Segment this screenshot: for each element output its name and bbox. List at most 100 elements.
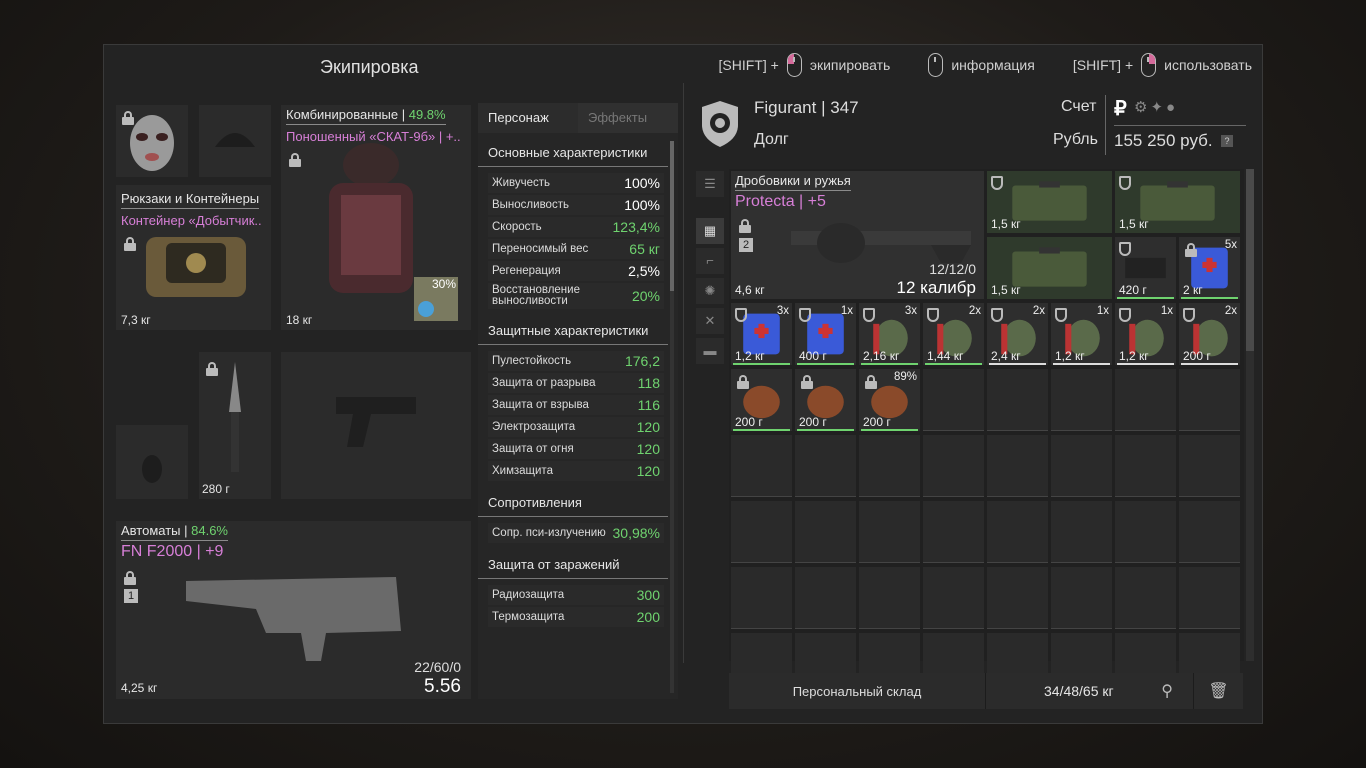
grid-cell[interactable]: [987, 369, 1048, 431]
weight-icon: ⚲: [1161, 683, 1173, 700]
inventory-item[interactable]: 2 кг 5x: [1179, 237, 1240, 299]
grid-cell[interactable]: [923, 369, 984, 431]
weapon-filter-button[interactable]: ⌐: [696, 248, 724, 274]
stat-row: Выносливость 100%: [488, 195, 664, 215]
durability-bar: [861, 429, 918, 431]
item-count: 2x: [1224, 305, 1237, 317]
shield-icon: [1119, 242, 1131, 256]
inventory-item[interactable]: 400 г 1x: [795, 303, 856, 365]
shield-icon: [991, 176, 1003, 190]
grid-cell[interactable]: [731, 435, 792, 497]
inventory-item[interactable]: 2,16 кг 3x: [859, 303, 920, 365]
tools-filter-button[interactable]: ✕: [696, 308, 724, 334]
shield-icon: [1119, 308, 1131, 322]
grid-cell[interactable]: [859, 501, 920, 563]
grid-cell[interactable]: [987, 501, 1048, 563]
list-view-button[interactable]: ☰: [696, 171, 724, 197]
stat-row: Восстановление выносливости 20%: [488, 283, 664, 309]
grid-cell[interactable]: [1051, 369, 1112, 431]
inventory-item[interactable]: 200 г 89%: [859, 369, 920, 431]
inventory-item[interactable]: 1,44 кг 2x: [923, 303, 984, 365]
inventory-item[interactable]: 200 г 2x: [1179, 303, 1240, 365]
grenade-slot[interactable]: [116, 425, 188, 499]
helmet-icon: [215, 133, 255, 147]
stat-value: 2,5%: [628, 263, 660, 279]
stat-value: 120: [636, 419, 660, 435]
grid-cell[interactable]: [1179, 435, 1240, 497]
item-weight: 2,4 кг: [991, 349, 1021, 363]
grid-cell[interactable]: [1179, 369, 1240, 431]
inventory-item[interactable]: 1,5 кг: [987, 171, 1112, 233]
inventory-grid[interactable]: Дробовики и ружья Protecta | +5 2 12/12/…: [729, 169, 1244, 695]
grid-cell[interactable]: [1115, 435, 1176, 497]
knife-slot[interactable]: 280 г: [199, 352, 271, 499]
trash-icon[interactable]: 🗑: [1193, 673, 1243, 709]
featured-weapon-item[interactable]: Дробовики и ружья Protecta | +5 2 12/12/…: [731, 171, 984, 299]
primary-weapon-slot[interactable]: Автоматы | 84.6% FN F2000 | +9 1 4,25 кг…: [116, 521, 471, 699]
artifact-slot[interactable]: 30%: [414, 277, 458, 321]
backpack-slot[interactable]: Рюкзаки и Контейнеры Контейнер «Добытчик…: [116, 185, 271, 330]
helmet-slot[interactable]: [199, 105, 271, 177]
inventory-item[interactable]: 1,2 кг 3x: [731, 303, 792, 365]
inventory-item[interactable]: 200 г: [795, 369, 856, 431]
stat-row: Защита от разрыва 118: [488, 373, 664, 393]
inventory-item[interactable]: 1,2 кг 1x: [1115, 303, 1176, 365]
grid-cell[interactable]: [1115, 501, 1176, 563]
pistol-slot[interactable]: [281, 352, 471, 499]
inventory-scrollbar[interactable]: [1246, 169, 1254, 661]
tab-effects[interactable]: Эффекты: [578, 103, 678, 133]
inventory-item[interactable]: 420 г: [1115, 237, 1176, 299]
player-name: Figurant | 347: [754, 98, 859, 117]
stat-value: 123,4%: [612, 219, 660, 235]
stats-section-title: Сопротивления: [478, 483, 668, 517]
grid-cell[interactable]: [1115, 567, 1176, 629]
inventory-item[interactable]: 2,4 кг 2x: [987, 303, 1048, 365]
stat-label: Регенерация: [492, 265, 561, 277]
armor-slot[interactable]: Комбинированные | 49.8% Поношенный «СКАТ…: [281, 105, 471, 330]
grid-cell[interactable]: [1051, 567, 1112, 629]
grid-cell[interactable]: [1115, 369, 1176, 431]
item-ammo: 12/12/0: [929, 261, 976, 277]
grid-cell[interactable]: [987, 435, 1048, 497]
grid-view-button[interactable]: ▦: [696, 218, 724, 244]
grid-cell[interactable]: [1179, 501, 1240, 563]
inventory-item[interactable]: 200 г: [731, 369, 792, 431]
item-weight: 1,2 кг: [735, 349, 765, 363]
grid-cell[interactable]: [1051, 501, 1112, 563]
stat-row: Защита от взрыва 116: [488, 395, 664, 415]
stat-label: Восстановление выносливости: [492, 284, 580, 307]
artifact-percent: 30%: [431, 277, 456, 291]
grid-cell[interactable]: [987, 567, 1048, 629]
grid-cell[interactable]: [1051, 435, 1112, 497]
artifact-filter-button[interactable]: ✺: [696, 278, 724, 304]
grid-cell[interactable]: [923, 567, 984, 629]
tab-character[interactable]: Персонаж: [478, 103, 578, 133]
help-icon[interactable]: ?: [1221, 135, 1233, 147]
weapon-caliber: 5.56: [424, 676, 461, 697]
stat-value: 116: [637, 397, 660, 413]
inventory-item[interactable]: 1,2 кг 1x: [1051, 303, 1112, 365]
grid-cell[interactable]: [795, 435, 856, 497]
shield-icon: [927, 308, 939, 322]
mask-slot[interactable]: [116, 105, 188, 177]
durability-bar: [1117, 297, 1174, 299]
grid-cell[interactable]: [923, 501, 984, 563]
grid-cell[interactable]: [1179, 567, 1240, 629]
grid-cell[interactable]: [923, 435, 984, 497]
grid-cell[interactable]: [859, 567, 920, 629]
item-weight: 1,2 кг: [1055, 349, 1085, 363]
stat-row: Регенерация 2,5%: [488, 261, 664, 281]
hint-action: информация: [951, 57, 1035, 73]
grid-cell[interactable]: [795, 567, 856, 629]
misc-filter-button[interactable]: ▬: [696, 338, 724, 364]
weapon-ammo: 22/60/0: [414, 659, 461, 675]
grid-cell[interactable]: [859, 435, 920, 497]
stats-scrollbar[interactable]: [670, 141, 674, 693]
grid-cell[interactable]: [731, 501, 792, 563]
personal-storage-button[interactable]: Персональный склад: [729, 673, 986, 709]
grid-cell[interactable]: [795, 501, 856, 563]
stats-section-title: Основные характеристики: [478, 133, 668, 167]
grid-cell[interactable]: [731, 567, 792, 629]
inventory-item[interactable]: 1,5 кг: [987, 237, 1112, 299]
inventory-item[interactable]: 1,5 кг: [1115, 171, 1240, 233]
